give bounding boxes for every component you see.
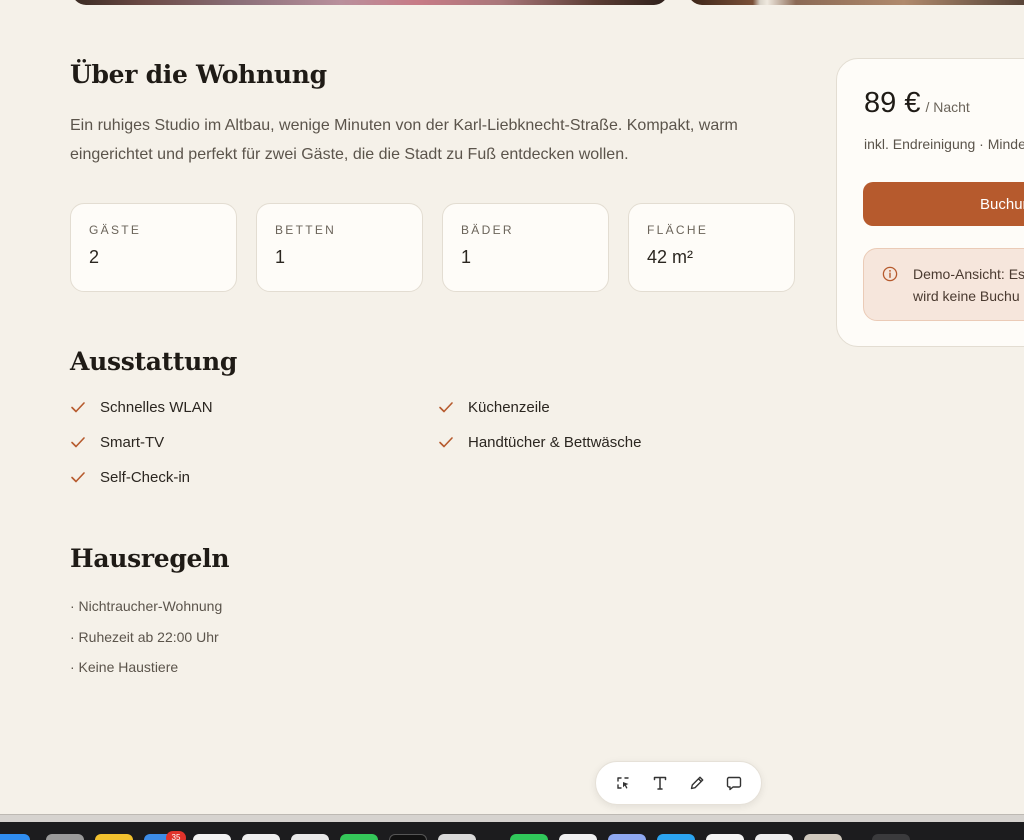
dock-app-icon[interactable] xyxy=(0,834,30,840)
dock-app-icon[interactable] xyxy=(804,834,842,840)
amenity-label: Smart-TV xyxy=(100,433,165,451)
about-description: Ein ruhiges Studio im Altbau, wenige Min… xyxy=(70,117,738,163)
dock-app-icon[interactable] xyxy=(193,834,231,840)
house-rule-item: · Keine Haustiere xyxy=(70,659,179,675)
house-rule-item: · Ruhezeit ab 22:00 Uhr xyxy=(70,628,219,645)
dock-divider xyxy=(0,814,1024,822)
dock-app-icon[interactable] xyxy=(657,834,695,840)
house-rules-title: Hausregeln xyxy=(70,544,230,573)
stat-value: 42 m² xyxy=(647,247,694,267)
page: Über die Wohnung Ein ruhiges Studio im A… xyxy=(0,0,1024,840)
book-button[interactable]: Buchun xyxy=(863,182,1024,226)
check-icon xyxy=(71,472,85,483)
check-icon xyxy=(71,437,85,448)
dock-app-icon[interactable] xyxy=(95,834,133,840)
dock-app-icon[interactable] xyxy=(46,834,84,840)
dock-app-icon[interactable] xyxy=(559,834,597,840)
amenity-item: Schnelles WLAN xyxy=(70,397,438,417)
check-icon xyxy=(439,402,453,413)
stat-value: 1 xyxy=(461,247,472,267)
demo-notice: Demo-Ansicht: Es wird keine Buchu xyxy=(863,248,1024,321)
amenity-label: Handtücher & Bettwäsche xyxy=(468,433,642,451)
amenities-title: Ausstattung xyxy=(70,347,238,376)
dock-app-icon[interactable] xyxy=(291,834,329,840)
notification-badge: 35 xyxy=(166,831,186,840)
amenity-item: Smart-TV xyxy=(70,432,438,452)
amenity-label: Self-Check-in xyxy=(100,468,191,486)
stat-beds: BETTEN 1 xyxy=(256,203,423,292)
demo-notice-line: Demo-Ansicht: Es xyxy=(913,266,1024,282)
about-title: Über die Wohnung xyxy=(70,60,327,89)
amenity-label: Schnelles WLAN xyxy=(100,398,213,416)
gallery-photo-secondary[interactable] xyxy=(688,0,1024,5)
check-icon xyxy=(439,437,453,448)
amenities-list: Schnelles WLAN Küchenzeile Smart-TV Hand… xyxy=(70,397,792,487)
stat-label: BÄDER xyxy=(461,223,514,237)
pencil-icon[interactable] xyxy=(686,772,708,794)
text-icon[interactable] xyxy=(649,772,671,794)
demo-notice-line: wird keine Buchu xyxy=(913,288,1020,304)
dock-app-icon[interactable] xyxy=(389,834,427,840)
stat-label: GÄSTE xyxy=(89,223,142,237)
amenity-item: Küchenzeile xyxy=(438,397,792,417)
stat-label: BETTEN xyxy=(275,223,337,237)
dock-app-icon[interactable] xyxy=(510,834,548,840)
dock-app-icon[interactable] xyxy=(706,834,744,840)
booking-card: 89 € / Nacht inkl. Endreinigung · Minde … xyxy=(836,58,1024,347)
dock-app-icon[interactable] xyxy=(340,834,378,840)
lasso-select-icon[interactable] xyxy=(612,772,634,794)
amenity-label: Küchenzeile xyxy=(468,398,550,416)
dock-app-icon[interactable] xyxy=(755,834,793,840)
system-dock: 35 xyxy=(0,822,1024,840)
gallery-photo-main[interactable] xyxy=(72,0,668,5)
dock-app-icon[interactable] xyxy=(608,834,646,840)
house-rule-item: · Nichtraucher-Wohnung xyxy=(70,598,223,614)
stat-guests: GÄSTE 2 xyxy=(70,203,237,292)
price-row: 89 € / Nacht xyxy=(864,87,970,120)
per-night-label: / Nacht xyxy=(925,99,970,115)
house-rules-list: · Nichtraucher-Wohnung · Ruhezeit ab 22:… xyxy=(70,596,222,688)
stat-label: FLÄCHE xyxy=(647,223,709,237)
stat-area: FLÄCHE 42 m² xyxy=(628,203,795,292)
stat-value: 1 xyxy=(275,247,286,267)
price-note: inkl. Endreinigung · Minde xyxy=(864,136,1024,152)
amenity-item: Self-Check-in xyxy=(70,467,438,487)
amenity-item: Handtücher & Bettwäsche xyxy=(438,432,792,452)
dock-app-icon[interactable] xyxy=(872,834,910,840)
dock-app-icon[interactable] xyxy=(438,834,476,840)
stats-row: GÄSTE 2 BETTEN 1 BÄDER 1 FLÄCHE 42 m² xyxy=(70,203,795,292)
info-icon xyxy=(882,266,898,282)
check-icon xyxy=(71,402,85,413)
stat-value: 2 xyxy=(89,247,100,267)
annotation-toolbar xyxy=(595,761,762,805)
dock-app-icon[interactable] xyxy=(242,834,280,840)
nightly-price: 89 € xyxy=(864,87,921,119)
comment-icon[interactable] xyxy=(723,772,745,794)
stat-bathrooms: BÄDER 1 xyxy=(442,203,609,292)
